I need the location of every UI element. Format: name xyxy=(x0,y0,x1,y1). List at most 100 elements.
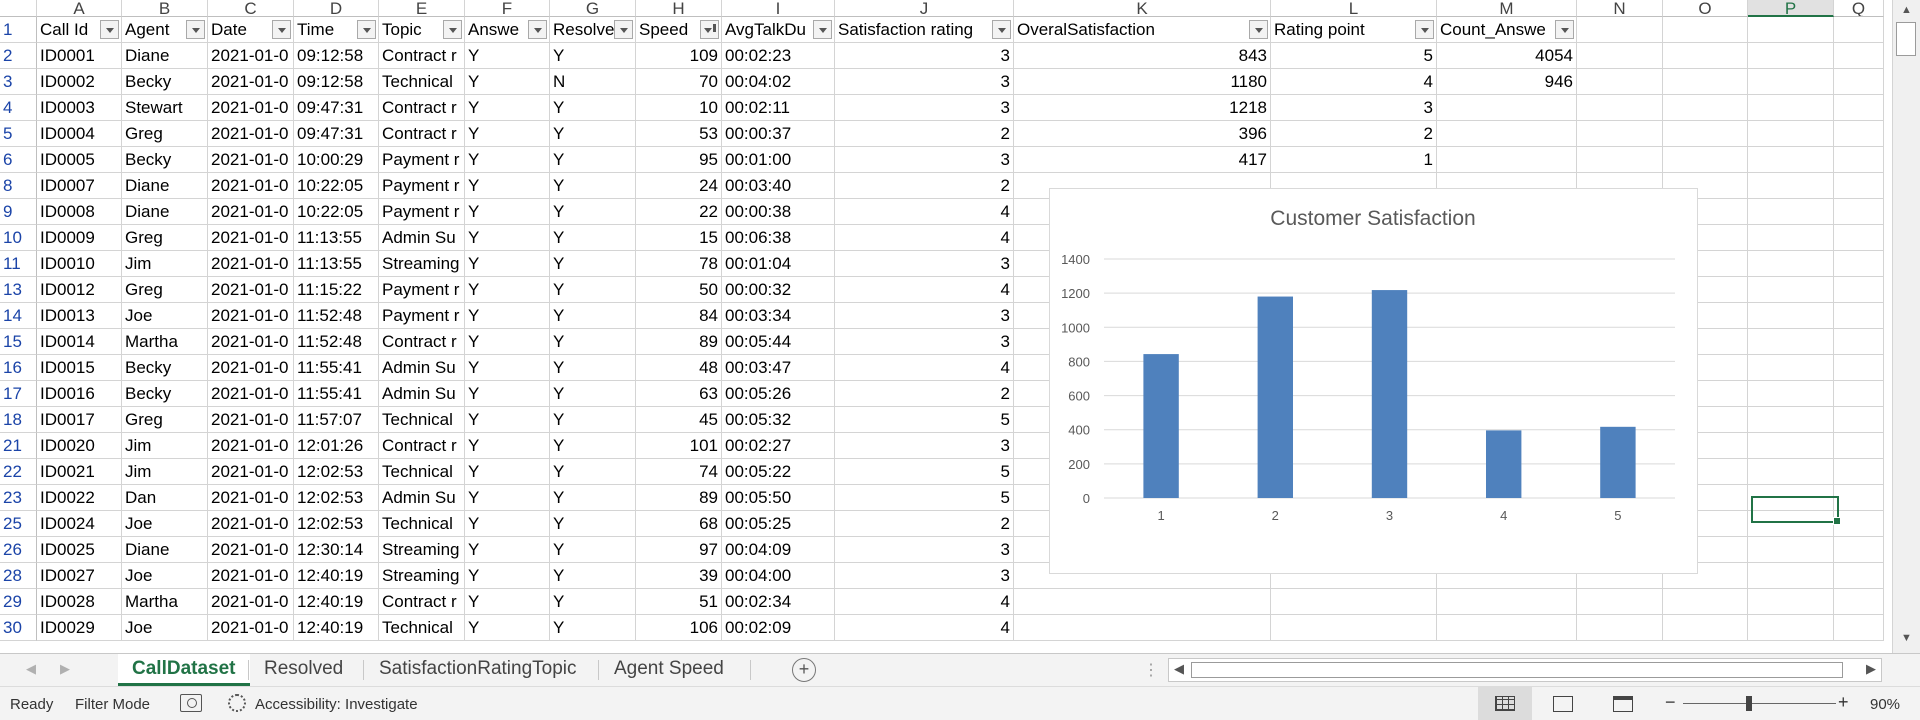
table-cell[interactable]: 00:05:50 xyxy=(722,485,835,511)
table-cell[interactable] xyxy=(1748,589,1834,615)
table-cell[interactable]: 2021-01-0 xyxy=(208,355,294,381)
table-cell[interactable]: Y xyxy=(550,511,636,537)
table-cell[interactable] xyxy=(1748,95,1834,121)
table-cell[interactable]: Joe xyxy=(122,563,208,589)
table-cell[interactable]: Y xyxy=(550,563,636,589)
table-cell[interactable] xyxy=(1748,225,1834,251)
table-cell[interactable] xyxy=(1834,303,1884,329)
table-cell[interactable]: 00:00:38 xyxy=(722,199,835,225)
table-cell[interactable]: 15 xyxy=(636,225,722,251)
table-cell[interactable]: ID0003 xyxy=(37,95,122,121)
table-cell[interactable] xyxy=(1748,303,1834,329)
table-cell[interactable]: 51 xyxy=(636,589,722,615)
table-cell[interactable]: 2021-01-0 xyxy=(208,615,294,641)
row-header[interactable]: 3 xyxy=(0,69,37,95)
table-cell[interactable]: Joe xyxy=(122,303,208,329)
table-cell[interactable]: 12:40:19 xyxy=(294,615,379,641)
table-cell[interactable]: Jim xyxy=(122,433,208,459)
bar-3[interactable] xyxy=(1371,290,1408,498)
table-cell[interactable] xyxy=(1748,199,1834,225)
table-cell[interactable]: 1180 xyxy=(1014,69,1271,95)
table-cell[interactable]: 1218 xyxy=(1014,95,1271,121)
table-cell[interactable]: 53 xyxy=(636,121,722,147)
table-cell[interactable]: Y xyxy=(465,225,550,251)
table-cell[interactable] xyxy=(1577,17,1663,43)
table-cell[interactable]: Technical xyxy=(379,69,465,95)
column-header-p[interactable]: P xyxy=(1748,0,1834,17)
row-header[interactable]: 4 xyxy=(0,95,37,121)
table-cell[interactable]: 5 xyxy=(835,485,1014,511)
row-header[interactable]: 22 xyxy=(0,459,37,485)
table-cell[interactable] xyxy=(1437,615,1577,641)
header-cell[interactable]: Rating point xyxy=(1271,17,1437,43)
table-cell[interactable]: Y xyxy=(550,251,636,277)
row-header[interactable]: 17 xyxy=(0,381,37,407)
table-cell[interactable]: Y xyxy=(465,615,550,641)
table-cell[interactable] xyxy=(1748,69,1834,95)
column-header-n[interactable]: N xyxy=(1577,0,1663,17)
table-cell[interactable]: Greg xyxy=(122,121,208,147)
table-cell[interactable]: Y xyxy=(550,329,636,355)
table-cell[interactable]: Contract r xyxy=(379,589,465,615)
column-header-o[interactable]: O xyxy=(1663,0,1748,17)
column-header-m[interactable]: M xyxy=(1437,0,1577,17)
table-cell[interactable]: 24 xyxy=(636,173,722,199)
table-cell[interactable]: ID0016 xyxy=(37,381,122,407)
table-cell[interactable] xyxy=(1834,121,1884,147)
table-cell[interactable]: ID0013 xyxy=(37,303,122,329)
column-header-h[interactable]: H xyxy=(636,0,722,17)
row-header[interactable]: 6 xyxy=(0,147,37,173)
table-cell[interactable]: 843 xyxy=(1014,43,1271,69)
table-cell[interactable]: 11:55:41 xyxy=(294,381,379,407)
table-cell[interactable]: ID0024 xyxy=(37,511,122,537)
row-header[interactable]: 14 xyxy=(0,303,37,329)
filter-dropdown-icon[interactable] xyxy=(813,20,832,39)
table-cell[interactable]: Y xyxy=(550,95,636,121)
table-cell[interactable] xyxy=(1748,251,1834,277)
tab-scroll-left-icon[interactable]: ◀ xyxy=(26,661,36,677)
table-cell[interactable]: 2021-01-0 xyxy=(208,511,294,537)
table-cell[interactable]: 2021-01-0 xyxy=(208,537,294,563)
table-cell[interactable]: 00:01:00 xyxy=(722,147,835,173)
table-cell[interactable]: 00:02:27 xyxy=(722,433,835,459)
table-cell[interactable]: Y xyxy=(550,537,636,563)
table-cell[interactable]: 12:01:26 xyxy=(294,433,379,459)
table-cell[interactable]: 09:12:58 xyxy=(294,69,379,95)
table-cell[interactable]: 4 xyxy=(1271,69,1437,95)
table-cell[interactable]: 89 xyxy=(636,329,722,355)
customer-satisfaction-chart[interactable]: Customer Satisfaction 0 200 400 600 800 1000 1… xyxy=(1049,188,1698,574)
table-cell[interactable]: 00:02:11 xyxy=(722,95,835,121)
table-cell[interactable]: Y xyxy=(550,199,636,225)
table-cell[interactable] xyxy=(1834,381,1884,407)
bar-1[interactable] xyxy=(1143,354,1179,498)
table-cell[interactable]: 106 xyxy=(636,615,722,641)
table-cell[interactable]: 11:13:55 xyxy=(294,225,379,251)
table-cell[interactable]: 3 xyxy=(835,433,1014,459)
table-cell[interactable]: Y xyxy=(550,173,636,199)
row-header[interactable]: 26 xyxy=(0,537,37,563)
table-cell[interactable] xyxy=(1663,589,1748,615)
table-cell[interactable] xyxy=(1834,615,1884,641)
table-cell[interactable]: Payment r xyxy=(379,173,465,199)
table-cell[interactable]: Y xyxy=(465,329,550,355)
table-cell[interactable]: Greg xyxy=(122,277,208,303)
table-cell[interactable]: 1 xyxy=(1271,147,1437,173)
table-cell[interactable]: Stewart xyxy=(122,95,208,121)
table-cell[interactable] xyxy=(1834,251,1884,277)
table-cell[interactable]: 2021-01-0 xyxy=(208,381,294,407)
table-cell[interactable]: Joe xyxy=(122,511,208,537)
column-header-j[interactable]: J xyxy=(835,0,1014,17)
hscroll-left-icon[interactable]: ◀ xyxy=(1174,661,1184,677)
table-cell[interactable]: 00:02:34 xyxy=(722,589,835,615)
row-header[interactable]: 16 xyxy=(0,355,37,381)
table-cell[interactable] xyxy=(1577,147,1663,173)
table-cell[interactable]: 2021-01-0 xyxy=(208,589,294,615)
table-cell[interactable]: 2021-01-0 xyxy=(208,277,294,303)
table-cell[interactable]: Y xyxy=(465,511,550,537)
table-cell[interactable]: Diane xyxy=(122,173,208,199)
column-header-b[interactable]: B xyxy=(122,0,208,17)
table-cell[interactable]: 50 xyxy=(636,277,722,303)
table-cell[interactable]: 00:03:47 xyxy=(722,355,835,381)
table-cell[interactable]: 2021-01-0 xyxy=(208,95,294,121)
table-cell[interactable]: 22 xyxy=(636,199,722,225)
